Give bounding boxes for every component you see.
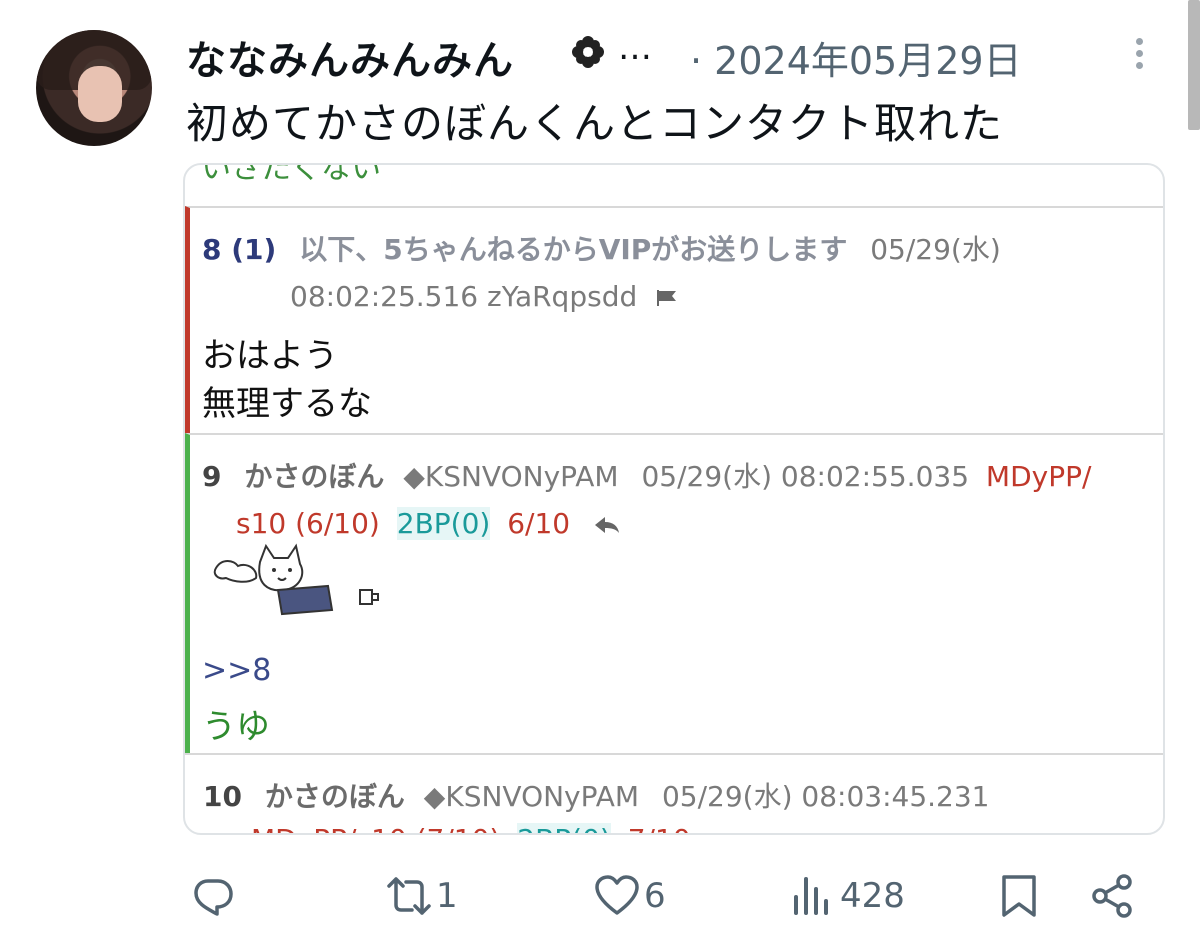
board-post-8: 8 (1) 以下、5ちゃんねるからVIPがお送りします 05/29(水) 08:…: [185, 206, 1163, 433]
post-8-body-line-1: おはよう: [202, 336, 338, 376]
avatar[interactable]: 773: [36, 30, 152, 146]
board-post-10: 10 かさのぼん ◆KSNVONyPAM 05/29(水) 08:03:45.2…: [185, 753, 1163, 833]
anchor-link[interactable]: >>8: [202, 653, 271, 688]
tweet-action-bar: 1 6 428: [0, 860, 1200, 930]
post-9-body: うゆ: [202, 707, 270, 747]
bar-chart-icon: [794, 877, 828, 915]
heart-icon: [595, 875, 639, 915]
post-10-meta: MDyPP/s10 (7/10) 2BP(0) 7/10: [251, 823, 691, 833]
poster-trip: ◆KSNVONyPAM: [423, 780, 640, 813]
be-points: 2BP(0): [517, 823, 611, 833]
reply-button[interactable]: [190, 874, 240, 918]
post-number: 8 (1): [202, 233, 277, 266]
be-points: 2BP(0): [396, 507, 491, 540]
post-count: 7/10: [628, 823, 691, 833]
poster-name: かさのぼん: [244, 460, 385, 493]
retweet-button[interactable]: 1: [386, 874, 458, 918]
reply-icon: [194, 879, 233, 916]
flower-emoji-icon: [572, 36, 604, 68]
attached-image[interactable]: いさたくない 8 (1) 以下、5ちゃんねるからVIPがお送りします 05/29…: [183, 163, 1165, 835]
post-date: 05/29(水): [870, 233, 1001, 266]
bookmark-button[interactable]: [996, 874, 1042, 918]
heart-badge-text: 773: [145, 143, 152, 146]
tweet-timestamp[interactable]: · 2024年05月29日: [690, 30, 1022, 85]
bookmark-icon: [1002, 875, 1036, 917]
cat-ascii-art-icon: [213, 543, 379, 616]
like-count: 6: [644, 876, 666, 916]
author-display-name[interactable]: ななみんみんみん: [186, 28, 514, 86]
view-count: 428: [840, 876, 905, 916]
post-datetime: 05/29(水) 08:02:55.035: [641, 460, 970, 493]
post-time-id: 08:02:25.516 zYaRqpsdd: [290, 280, 638, 313]
more-options-icon[interactable]: [1126, 34, 1152, 78]
poster-name: かさのぼん: [264, 780, 405, 813]
post-10-header: 10 かさのぼん ◆KSNVONyPAM 05/29(水) 08:03:45.2…: [203, 775, 990, 815]
avatar-face: [78, 66, 122, 122]
flag-icon: [657, 290, 677, 306]
post-id-part-1: MDyPP/: [985, 460, 1092, 493]
post-id-part-2: s10 (6/10): [236, 507, 380, 540]
like-button[interactable]: 6: [594, 874, 666, 918]
views-button[interactable]: 428: [790, 874, 905, 918]
post-id: MDyPP/s10 (7/10): [251, 823, 500, 833]
post-8-meta: 08:02:25.516 zYaRqpsdd: [290, 280, 678, 313]
post-count: 6/10: [507, 507, 571, 540]
post-datetime: 05/29(水) 08:03:45.231: [661, 780, 990, 813]
post-8-header: 8 (1) 以下、5ちゃんねるからVIPがお送りします 05/29(水): [202, 228, 1001, 268]
share-icon: [1092, 874, 1132, 918]
tweet-text: 初めてかさのぼんくんとコンタクト取れた: [186, 99, 1004, 148]
name-truncation-ellipsis: …: [618, 28, 652, 68]
heart-sticker-icon: 773: [132, 130, 152, 146]
post-8-body-line-2: 無理するな: [202, 384, 372, 424]
cut-off-text-top: いさたくない: [201, 163, 381, 186]
poster-trip: ◆KSNVONyPAM: [403, 460, 619, 493]
post-9-header: 9 かさのぼん ◆KSNVONyPAM 05/29(水) 08:02:55.03…: [202, 455, 1091, 495]
poster-name: 以下、5ちゃんねるからVIPがお送りします: [299, 233, 848, 266]
post-number: 10: [203, 780, 242, 813]
page-scrollbar[interactable]: [1188, 0, 1200, 130]
share-button[interactable]: [1090, 874, 1136, 918]
post-9-meta: s10 (6/10) 2BP(0) 6/10: [236, 507, 621, 540]
reply-arrow-icon: [595, 517, 620, 533]
retweet-count: 1: [436, 876, 458, 916]
retweet-icon: [387, 877, 431, 915]
post-number: 9: [202, 460, 222, 493]
board-post-9: 9 かさのぼん ◆KSNVONyPAM 05/29(水) 08:02:55.03…: [185, 433, 1163, 753]
